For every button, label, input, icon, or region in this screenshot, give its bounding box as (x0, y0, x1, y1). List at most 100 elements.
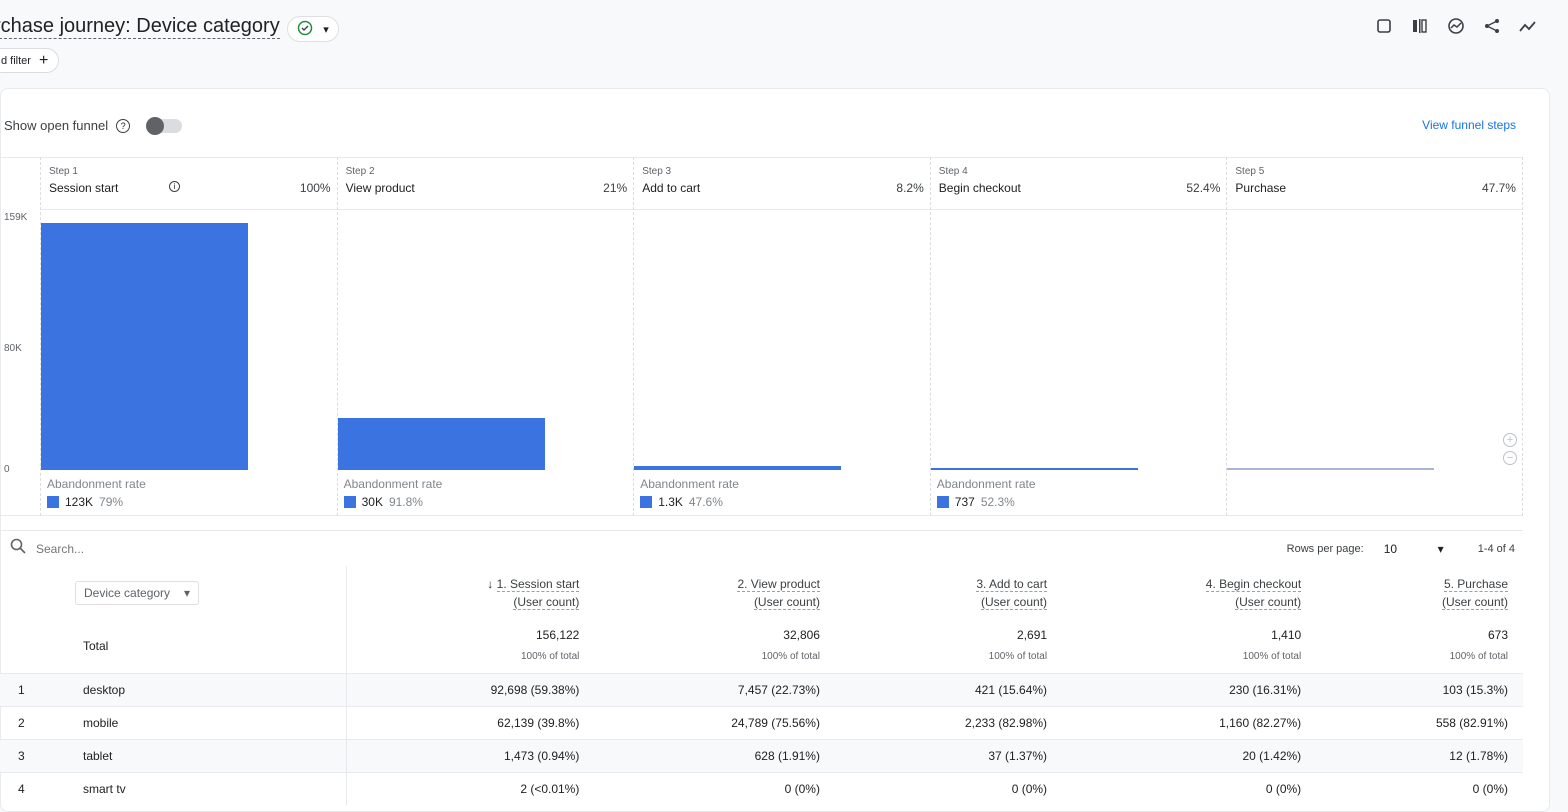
note-icon[interactable] (1374, 16, 1394, 36)
step-number: Step 4 (938, 166, 968, 177)
step-number: Step 3 (642, 166, 672, 177)
search-icon (10, 538, 26, 559)
legend-swatch (936, 496, 949, 508)
trend-icon[interactable] (1518, 16, 1538, 36)
step-number: Step 1 (49, 166, 78, 177)
dimension-label: Device category (84, 586, 171, 600)
column-name: 3. Add to cart (976, 577, 1048, 592)
abandonment-rate: 79% (99, 495, 124, 509)
total-percent: 100% of total (988, 651, 1048, 663)
zoom-out-icon[interactable]: − (1503, 451, 1517, 465)
table-row[interactable]: 1 desktop 92,698 (59.38%) 7,457 (22.73%) 421… (0, 672, 1523, 706)
status-dropdown[interactable]: ▾ (287, 16, 339, 42)
y-tick-label: 159K (4, 212, 28, 223)
column-metric: (User count) (1441, 595, 1508, 610)
abandonment-label: Abandonment rate (343, 477, 443, 491)
column-name: 5. Purchase (1443, 577, 1508, 592)
total-value: 1,410 (1271, 628, 1302, 643)
rows-per-page-label: Rows per page: (1286, 542, 1364, 555)
cell-value: 0 (0%) (834, 771, 1063, 805)
y-tick-label: 0 (4, 464, 10, 475)
cell-value: 12 (1.78%) (1316, 738, 1523, 772)
report-title[interactable]: rchase journey: Device category (0, 14, 280, 39)
funnel-step-3: Step 3 Add to cart 8.2% Abandonment rate… (633, 157, 930, 516)
abandonment-rate: 47.6% (688, 495, 723, 509)
rows-per-page-select[interactable]: 10 ▾ (1384, 542, 1444, 556)
caret-down-icon: ▾ (1437, 541, 1444, 556)
cell-value: 230 (16.31%) (1062, 672, 1317, 706)
insights-icon[interactable] (1446, 16, 1466, 36)
cell-value: 92,698 (59.38%) (346, 672, 595, 706)
cell-value: 558 (82.91%) (1316, 705, 1523, 739)
step-label: Purchase (1235, 181, 1287, 195)
funnel-bar[interactable] (1227, 468, 1435, 470)
column-header[interactable]: ↓ 1. Session start (User count) (346, 566, 594, 620)
help-icon[interactable]: ? (116, 118, 131, 133)
funnel-bar[interactable] (337, 418, 545, 470)
funnel-bar[interactable] (930, 467, 1138, 470)
funnel-bar[interactable] (41, 222, 248, 470)
view-funnel-steps-link[interactable]: View funnel steps (1422, 118, 1516, 132)
funnel-table: Device category ▾ ↓ 1. Session start (User … (0, 566, 1523, 805)
funnel-step-4: Step 4 Begin checkout 52.4% Abandonment … (929, 157, 1227, 516)
step-percentage: 8.2% (896, 181, 924, 195)
total-row: Total 156,122 100% of total 32,806 100% of t… (0, 620, 1523, 673)
abandonment-label: Abandonment rate (640, 477, 739, 491)
column-metric: (User count) (981, 595, 1048, 610)
abandonment-label: Abandonment rate (47, 477, 146, 491)
cell-value: 1,473 (0.94%) (346, 738, 595, 772)
total-value: 156,122 (535, 628, 580, 643)
cell-value: 0 (0%) (594, 771, 835, 805)
cell-value: 24,789 (75.56%) (594, 705, 835, 739)
column-header[interactable]: 4. Begin checkout (User count) (1062, 566, 1316, 620)
plus-icon: + (38, 51, 49, 69)
info-icon[interactable]: i (169, 181, 180, 192)
abandonment-count: 123K (65, 495, 94, 509)
column-name: 1. Session start (496, 577, 580, 592)
sort-arrow-icon: ↓ (487, 577, 497, 591)
abandonment-count: 1.3K (658, 495, 683, 509)
table-header-row: Device category ▾ ↓ 1. Session start (User … (0, 566, 1523, 620)
rows-per-page-value: 10 (1383, 541, 1398, 556)
cell-value: 2 (<0.01%) (346, 771, 595, 805)
zoom-in-icon[interactable]: + (1503, 433, 1517, 447)
legend-swatch (47, 496, 59, 508)
total-value: 2,691 (1017, 628, 1048, 643)
funnel-step-2: Step 2 View product 21% Abandonment rate… (336, 157, 634, 516)
row-number: 4 (18, 781, 25, 796)
add-filter-button[interactable]: d filter + (0, 48, 60, 73)
cell-value: 7,457 (22.73%) (594, 672, 835, 706)
step-percentage: 21% (603, 181, 628, 195)
cell-value: 0 (0%) (1316, 771, 1523, 805)
total-percent: 100% of total (761, 651, 820, 663)
device-name: smart tv (83, 781, 126, 796)
cell-value: 20 (1.42%) (1062, 738, 1317, 772)
open-funnel-toggle[interactable] (146, 116, 183, 135)
y-tick-label: 80K (4, 343, 22, 354)
step-number: Step 2 (345, 166, 375, 177)
search-input[interactable] (36, 541, 436, 556)
table-row[interactable]: 3 tablet 1,473 (0.94%) 628 (1.91%) 37 (1.37%… (0, 738, 1523, 772)
table-row[interactable]: 2 mobile 62,139 (39.8%) 24,789 (75.56%) 2,23… (0, 705, 1523, 739)
cell-value: 421 (15.64%) (834, 672, 1063, 706)
funnel-bar[interactable] (634, 465, 842, 470)
cell-value: 1,160 (82.27%) (1062, 705, 1317, 739)
compare-icon[interactable] (1410, 16, 1430, 36)
table-row[interactable]: 4 smart tv 2 (<0.01%) 0 (0%) 0 (0%) 0 (0%) 0 (… (0, 771, 1523, 805)
column-metric: (User count) (753, 595, 820, 610)
column-header[interactable]: 5. Purchase (User count) (1316, 566, 1523, 620)
pagination-range: 1-4 of 4 (1477, 542, 1515, 555)
funnel-step-5: Step 5 Purchase 47.7% (1226, 157, 1523, 516)
dimension-select[interactable]: Device category ▾ (75, 581, 200, 605)
column-header[interactable]: 3. Add to cart (User count) (835, 566, 1062, 620)
funnel-step-1: Step 1 Session start i 100% Abandonment … (40, 157, 337, 516)
total-percent: 100% of total (1242, 651, 1302, 663)
column-name: 4. Begin checkout (1205, 577, 1302, 592)
share-icon[interactable] (1482, 16, 1502, 36)
step-label: Add to cart (642, 181, 701, 195)
cell-value: 2,233 (82.98%) (834, 705, 1063, 739)
device-name: desktop (83, 682, 126, 697)
total-percent: 100% of total (1449, 651, 1508, 663)
column-header[interactable]: 2. View product (User count) (594, 566, 835, 620)
legend-swatch (640, 496, 653, 508)
